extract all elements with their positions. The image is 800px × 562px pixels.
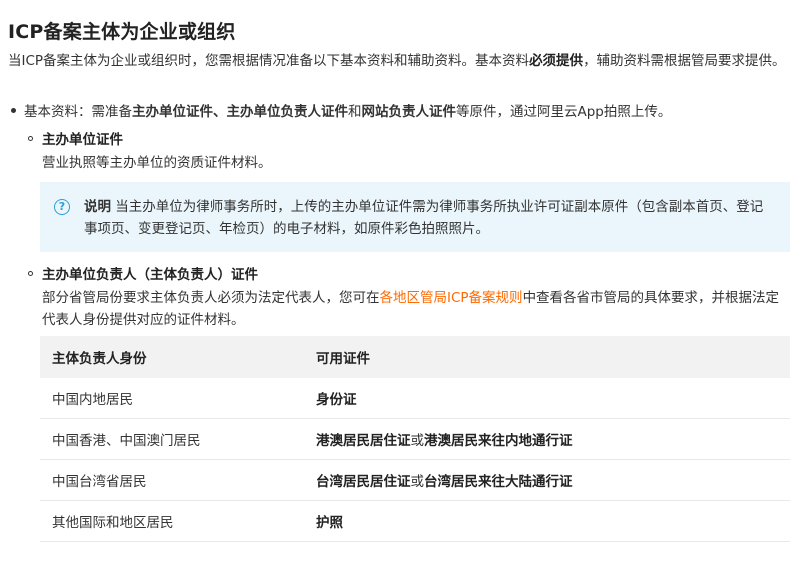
- bullet-dot: [11, 107, 16, 113]
- basic-sep-2: 和: [348, 104, 362, 120]
- table-row: 中国台湾省居民 台湾居民居住证或台湾居民来往大陆通行证: [40, 459, 790, 501]
- doc-name: 护照: [316, 515, 343, 531]
- icp-rules-link[interactable]: 各地区管局ICP备案规则: [380, 290, 523, 306]
- identity-cell: 中国台湾省居民: [40, 459, 304, 501]
- unit-cert-title: 主办单位证件: [42, 132, 123, 148]
- unit-cert-desc: 营业执照等主办单位的资质证件材料。: [42, 155, 272, 171]
- basic-bold-2: 主办单位负责人证件: [226, 104, 349, 120]
- basic-prefix: 基本资料：需准备: [24, 104, 132, 120]
- basic-bold-1: 主办单位证件: [132, 104, 213, 120]
- owner-cert-desc: 部分省管局份要求主体负责人必须为法定代表人，您可在: [42, 290, 380, 306]
- question-circle-icon: ?: [54, 199, 70, 215]
- basic-suffix: 等原件，通过阿里云App拍照上传。: [456, 104, 672, 120]
- identity-doc-table: 主体负责人身份 可用证件 中国内地居民 身份证 中国香港、中国澳门居民 港澳居民…: [40, 336, 790, 542]
- doc-name: 港澳居民居住证: [316, 433, 411, 449]
- table-row: 中国香港、中国澳门居民 港澳居民居住证或港澳居民来往内地通行证: [40, 418, 790, 460]
- table-header-docs: 可用证件: [304, 336, 790, 378]
- note-text: 当主办单位为律师事务所时，上传的主办单位证件需为律师事务所执业许可证副本原件（包…: [84, 199, 764, 237]
- or-text: 或: [410, 474, 425, 490]
- identity-cell: 中国内地居民: [40, 378, 304, 419]
- docs-cell: 台湾居民居住证或台湾居民来往大陆通行证: [304, 459, 790, 501]
- basic-sep-1: 、: [213, 104, 227, 120]
- or-text: 或: [410, 433, 425, 449]
- doc-name: 港澳居民来往内地通行证: [424, 433, 573, 449]
- circle-bullet: [28, 270, 33, 276]
- intro-bold: 必须提供: [529, 53, 584, 69]
- intro-text: 当ICP备案主体为企业或组织时，您需根据情况准备以下基本资料和辅助资料。基本资料: [8, 53, 530, 69]
- page-title: ICP备案主体为企业或组织: [8, 21, 236, 43]
- doc-name: 台湾居民居住证: [316, 474, 411, 490]
- circle-bullet: [28, 135, 33, 141]
- intro-text-end: ，辅助资料需根据管局要求提供。: [583, 53, 786, 69]
- doc-name: 身份证: [316, 392, 357, 408]
- identity-cell: 其他国际和地区居民: [40, 500, 304, 542]
- note-box: ? 说明 当主办单位为律师事务所时，上传的主办单位证件需为律师事务所执业许可证副…: [40, 182, 790, 252]
- owner-cert-title: 主办单位负责人（主体负责人）证件: [42, 267, 258, 283]
- doc-name: 台湾居民来往大陆通行证: [424, 474, 573, 490]
- basic-materials-item: 基本资料：需准备主办单位证件、主办单位负责人证件和网站负责人证件等原件，通过阿里…: [8, 101, 790, 123]
- table-header-row: 主体负责人身份 可用证件: [40, 336, 790, 378]
- table-row: 其他国际和地区居民 护照: [40, 500, 790, 542]
- intro-paragraph: 当ICP备案主体为企业或组织时，您需根据情况准备以下基本资料和辅助资料。基本资料…: [8, 50, 790, 72]
- identity-cell: 中国香港、中国澳门居民: [40, 418, 304, 460]
- docs-cell: 身份证: [304, 378, 790, 419]
- owner-cert-item: 主办单位负责人（主体负责人）证件 部分省管局份要求主体负责人必须为法定代表人，您…: [26, 264, 790, 331]
- docs-cell: 护照: [304, 500, 790, 542]
- note-label: 说明: [84, 199, 111, 215]
- table-row: 中国内地居民 身份证: [40, 378, 790, 419]
- table-header-identity: 主体负责人身份: [40, 336, 304, 378]
- unit-cert-item: 主办单位证件 营业执照等主办单位的资质证件材料。: [26, 129, 790, 174]
- basic-bold-3: 网站负责人证件: [361, 104, 457, 120]
- docs-cell: 港澳居民居住证或港澳居民来往内地通行证: [304, 418, 790, 460]
